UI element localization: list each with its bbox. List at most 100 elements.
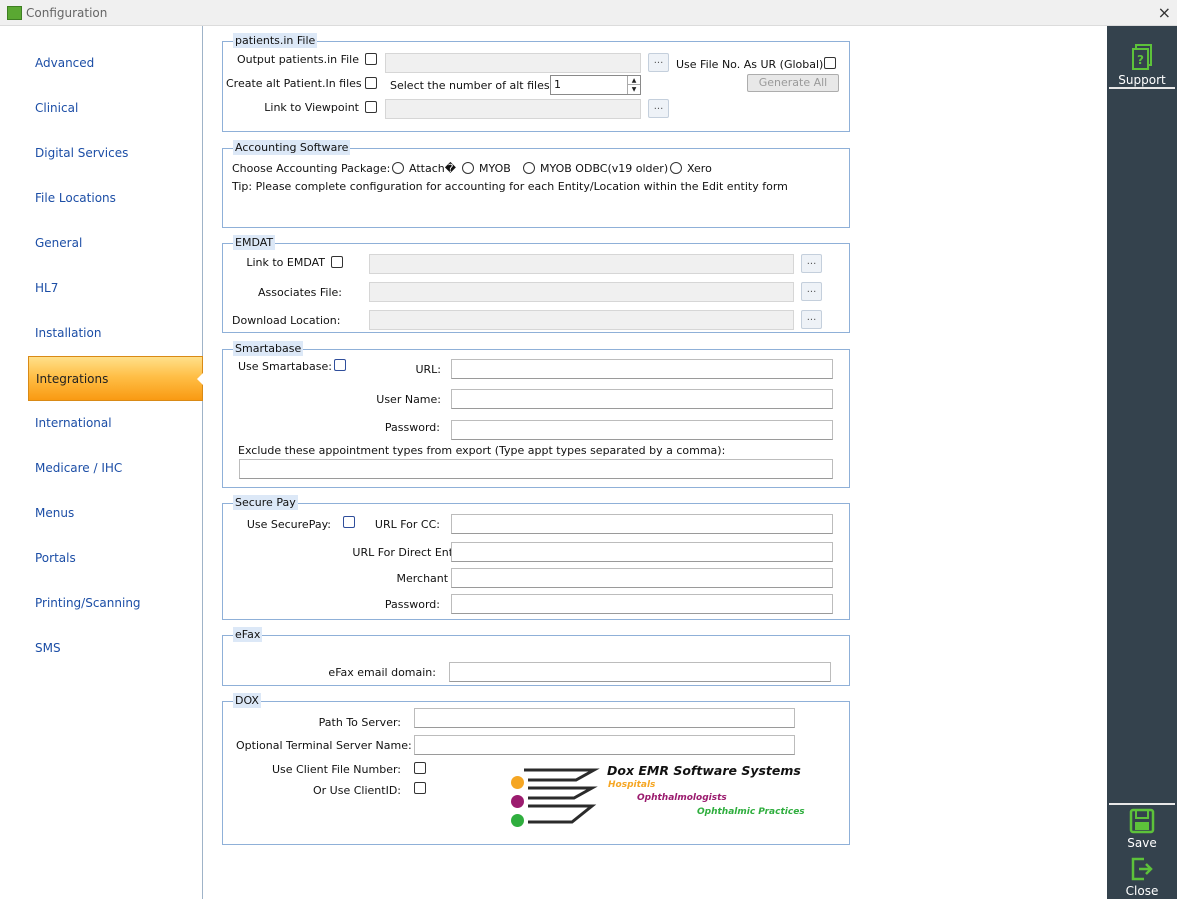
save-button[interactable]: Save <box>1107 808 1177 850</box>
url-cc-label: URL For CC: <box>374 518 440 531</box>
securepay-password-field[interactable] <box>451 594 833 614</box>
url-direct-entry-label: URL For Direct Entry: <box>352 546 467 559</box>
patients-in-path-field[interactable] <box>385 53 641 73</box>
sidebar-item-installation[interactable]: Installation <box>28 311 203 356</box>
emdat-link-field[interactable] <box>369 254 794 274</box>
support-button[interactable]: ? Support <box>1107 43 1177 87</box>
dox-emr-logo: Dox EMR Software Systems Hospitals Ophth… <box>510 762 805 830</box>
title-bar: Configuration × <box>0 0 1177 26</box>
link-emdat-checkbox[interactable] <box>331 256 343 268</box>
patients-in-browse-button[interactable]: ... <box>648 53 669 72</box>
terminal-server-field[interactable] <box>414 735 795 755</box>
radio-myob-label: MYOB <box>479 162 511 175</box>
download-location-label: Download Location: <box>232 314 341 327</box>
use-client-id-label: Or Use ClientID: <box>313 784 401 797</box>
use-client-file-number-label: Use Client File Number: <box>272 763 401 776</box>
svg-text:?: ? <box>1137 53 1144 67</box>
dox-legend: DOX <box>233 693 261 708</box>
use-file-no-checkbox[interactable] <box>824 57 836 69</box>
emdat-link-browse-button[interactable]: ... <box>801 254 822 273</box>
securepay-legend: Secure Pay <box>233 495 298 510</box>
output-patients-in-checkbox[interactable] <box>365 53 377 65</box>
output-patients-in-label: Output patients.in File <box>236 53 359 66</box>
dox-logo-hospitals: Hospitals <box>608 780 656 790</box>
link-viewpoint-label: Link to Viewpoint <box>264 101 359 114</box>
green-dot-icon <box>511 814 524 827</box>
url-direct-entry-field[interactable] <box>451 542 833 562</box>
window-close-button[interactable]: × <box>1158 3 1171 22</box>
path-to-server-field[interactable] <box>414 708 795 728</box>
dox-logo-ophthalmologists: Ophthalmologists <box>637 793 727 803</box>
associates-file-label: Associates File: <box>258 286 342 299</box>
path-to-server-label: Path To Server: <box>318 716 401 729</box>
merchant-id-field[interactable] <box>451 568 833 588</box>
save-label: Save <box>1127 836 1157 850</box>
exclude-appt-types-field[interactable] <box>239 459 833 479</box>
accounting-tip: Tip: Please complete configuration for a… <box>232 180 788 193</box>
viewpoint-path-field[interactable] <box>385 99 641 119</box>
use-securepay-checkbox[interactable] <box>343 516 355 528</box>
dox-logo-practices: Ophthalmic Practices <box>697 807 805 817</box>
sidebar-item-general[interactable]: General <box>28 221 203 266</box>
create-alt-files-checkbox[interactable] <box>365 77 377 89</box>
support-separator <box>1109 87 1175 89</box>
sidebar-item-file-locations[interactable]: File Locations <box>28 176 203 221</box>
save-icon <box>1129 808 1155 834</box>
support-icon: ? <box>1132 44 1152 70</box>
spinner-up-icon[interactable]: ▲ <box>628 76 640 85</box>
radio-myob[interactable] <box>462 162 474 174</box>
smartabase-password-label: Password: <box>384 421 440 434</box>
support-label: Support <box>1118 73 1166 87</box>
viewpoint-browse-button[interactable]: ... <box>648 99 669 118</box>
smartabase-url-field[interactable] <box>451 359 833 379</box>
alt-count-spinner[interactable]: 1 ▲ ▼ <box>550 75 641 95</box>
spinner-down-icon[interactable]: ▼ <box>628 85 640 94</box>
sidebar-item-medicare-ihc[interactable]: Medicare / IHC <box>28 446 203 491</box>
use-smartabase-label: Use Smartabase: <box>238 360 332 373</box>
url-cc-field[interactable] <box>451 514 833 534</box>
purple-dot-icon <box>511 795 524 808</box>
sidebar-item-advanced[interactable]: Advanced <box>28 41 203 86</box>
sidebar-item-menus[interactable]: Menus <box>28 491 203 536</box>
use-client-id-checkbox[interactable] <box>414 782 426 794</box>
use-smartabase-checkbox[interactable] <box>334 359 346 371</box>
sidebar-item-hl7[interactable]: HL7 <box>28 266 203 311</box>
sidebar-item-printing-scanning[interactable]: Printing/Scanning <box>28 581 203 626</box>
sidebar-item-sms[interactable]: SMS <box>28 626 203 671</box>
radio-attache[interactable] <box>392 162 404 174</box>
efax-legend: eFax <box>233 627 263 642</box>
associates-file-field[interactable] <box>369 282 794 302</box>
alt-count-value: 1 <box>554 78 561 91</box>
efax-domain-label: eFax email domain: <box>328 666 436 679</box>
smartabase-username-label: User Name: <box>376 393 441 406</box>
smartabase-password-field[interactable] <box>451 420 833 440</box>
use-securepay-label: Use SecurePay: <box>246 518 331 531</box>
sidebar-item-international[interactable]: International <box>28 401 203 446</box>
close-button[interactable]: Close <box>1107 856 1177 898</box>
efax-domain-field[interactable] <box>449 662 831 682</box>
smartabase-legend: Smartabase <box>233 341 304 356</box>
spinner-arrows[interactable]: ▲ ▼ <box>627 76 640 94</box>
radio-myob-odbc[interactable] <box>523 162 535 174</box>
sidebar-item-integrations[interactable]: Integrations <box>28 356 203 401</box>
securepay-password-label: Password: <box>384 598 440 611</box>
emdat-legend: EMDAT <box>233 235 276 250</box>
download-browse-button[interactable]: ... <box>801 310 822 329</box>
radio-xero-label: Xero <box>687 162 712 175</box>
download-location-field[interactable] <box>369 310 794 330</box>
sidebar-item-digital-services[interactable]: Digital Services <box>28 131 203 176</box>
exit-icon <box>1131 857 1153 881</box>
orange-dot-icon <box>511 776 524 789</box>
link-viewpoint-checkbox[interactable] <box>365 101 377 113</box>
generate-all-button[interactable]: Generate All <box>747 74 839 92</box>
use-client-file-number-checkbox[interactable] <box>414 762 426 774</box>
radio-xero[interactable] <box>670 162 682 174</box>
sidebar: Advanced Clinical Digital Services File … <box>0 26 203 899</box>
alt-count-label: Select the number of alt files: <box>390 79 554 92</box>
app-icon <box>7 6 22 20</box>
sidebar-item-portals[interactable]: Portals <box>28 536 203 581</box>
associates-browse-button[interactable]: ... <box>801 282 822 301</box>
sidebar-item-clinical[interactable]: Clinical <box>28 86 203 131</box>
smartabase-username-field[interactable] <box>451 389 833 409</box>
patients-in-legend: patients.in File <box>233 33 318 48</box>
